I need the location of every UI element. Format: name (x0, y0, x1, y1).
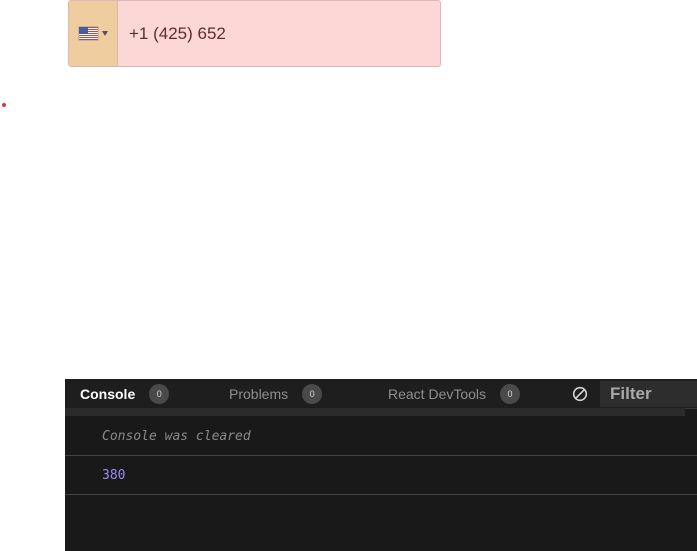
clear-console-icon[interactable] (572, 386, 588, 402)
phone-input-group (68, 0, 441, 67)
country-select[interactable] (69, 1, 118, 66)
tab-bar-scroll-track (65, 408, 685, 416)
chevron-down-icon (101, 31, 108, 36)
console-log-value: 380 (102, 467, 126, 483)
error-indicator (2, 103, 6, 107)
tab-count-badge: 0 (149, 383, 170, 404)
us-flag-icon (78, 27, 98, 40)
tab-count-badge: 0 (500, 383, 521, 404)
console-message-text: Console was cleared (102, 428, 251, 444)
tab-react-devtools[interactable]: React DevTools 0 (388, 379, 521, 408)
tab-label: React DevTools (388, 385, 487, 402)
console-message: Console was cleared (65, 417, 697, 456)
tab-problems[interactable]: Problems 0 (229, 379, 323, 408)
devtools-console-panel: Console 0 Problems 0 React DevTools 0 Co… (65, 379, 697, 551)
tab-label: Problems (229, 385, 289, 402)
tab-console[interactable]: Console 0 (80, 379, 170, 408)
tab-count-badge: 0 (302, 383, 323, 404)
console-filter-input[interactable] (600, 381, 697, 407)
console-message: 380 (65, 456, 697, 495)
devtools-tab-bar: Console 0 Problems 0 React DevTools 0 (65, 379, 697, 409)
tab-label: Console (80, 385, 136, 402)
phone-number-input[interactable] (118, 1, 440, 66)
